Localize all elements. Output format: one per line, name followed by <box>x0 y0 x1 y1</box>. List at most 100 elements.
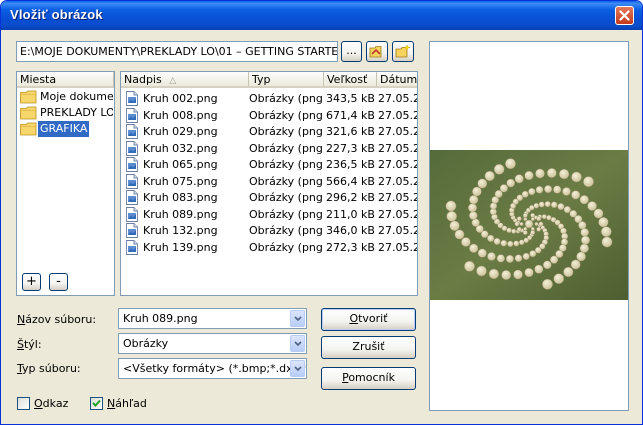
column-header-name[interactable]: Nadpis △ <box>121 72 249 88</box>
preview-label: Náhľad <box>107 397 147 410</box>
image-file-icon <box>126 206 138 222</box>
crop-circle-27 <box>518 239 525 246</box>
crop-circle-108 <box>553 273 565 284</box>
style-label: Štýl: <box>17 338 42 351</box>
crop-circle-140 <box>530 213 536 218</box>
file-row[interactable]: Kruh 002.png Obrázky (png 343,5 kB27.05.20 <box>121 90 417 107</box>
crop-circle-102 <box>580 228 589 237</box>
place-item-grafika[interactable]: GRAFIKA <box>18 121 113 137</box>
place-item-preklady-lo[interactable]: PREKLADY LO <box>18 105 113 121</box>
new-folder-button[interactable] <box>392 41 414 62</box>
crop-circle-96 <box>550 201 558 209</box>
crop-circle-32 <box>487 234 495 243</box>
file-type: Obrázky (png <box>249 141 322 155</box>
filename-combobox[interactable]: Kruh 089.png <box>118 308 307 329</box>
file-type: Obrázky (png <box>249 125 322 138</box>
crop-circle-39 <box>472 186 482 197</box>
file-name: Kruh 032.png <box>143 141 218 155</box>
crop-circle-30 <box>500 239 508 247</box>
style-value: Obrázky <box>123 337 169 350</box>
crop-circle-83 <box>587 201 597 211</box>
file-size: 211,0 kB <box>326 207 375 221</box>
file-size: 671,4 kB <box>326 108 375 122</box>
file-date: 27.05.20 <box>378 240 417 254</box>
browse-path-label: ... <box>346 44 357 57</box>
open-button[interactable]: Otvoriť <box>321 308 416 331</box>
sort-ascending-icon: △ <box>169 76 177 86</box>
close-button[interactable] <box>615 6 634 25</box>
crop-circle-31 <box>493 237 501 245</box>
path-field[interactable]: E:\MOJE DOKUMENTY\PREKLADY LO\01 – GETTI… <box>16 41 338 62</box>
cancel-button[interactable]: Zrušiť <box>321 336 416 359</box>
style-combobox[interactable]: Obrázky <box>118 333 307 354</box>
file-date: 27.05.20 <box>378 108 417 122</box>
crop-circle-132 <box>538 221 544 227</box>
image-file-icon <box>126 173 138 189</box>
file-name: Kruh 008.png <box>143 108 218 122</box>
crop-circle-87 <box>601 236 613 248</box>
crop-circle-78 <box>544 185 553 194</box>
filename-value: Kruh 089.png <box>123 312 198 325</box>
crop-circle-85 <box>598 217 609 228</box>
remove-place-button[interactable]: - <box>49 273 68 291</box>
file-row[interactable]: Kruh 075.png Obrázky (png 566,4 kB27.05.20 <box>121 173 417 190</box>
file-row[interactable]: Kruh 029.png Obrázky (png 321,6 kB27.05.20 <box>121 123 417 140</box>
file-type: Obrázky (png <box>249 92 322 105</box>
crop-circle-48 <box>506 227 512 234</box>
help-button[interactable]: Pomocník <box>321 367 416 390</box>
remove-place-label: - <box>56 274 61 289</box>
file-row[interactable]: Kruh 032.png Obrázky (png 227,3 kB27.05.20 <box>121 140 417 157</box>
file-row[interactable]: Kruh 139.png Obrázky (png 272,3 kB27.05.20 <box>121 239 417 256</box>
crop-circle-126 <box>524 267 534 278</box>
image-file-icon <box>126 107 138 123</box>
crop-circle-19 <box>449 220 460 231</box>
crop-circle-133 <box>536 226 542 232</box>
file-row[interactable]: Kruh 065.png Obrázky (png 236,5 kB27.05.20 <box>121 156 417 173</box>
crop-circle-29 <box>507 240 514 248</box>
crop-circle-57 <box>499 184 509 193</box>
column-header-size[interactable]: Veľkosť <box>324 72 377 88</box>
filename-dropdown-button[interactable] <box>290 310 305 327</box>
crop-circle-16 <box>469 243 479 253</box>
title-bar[interactable]: Vložiť obrázok <box>1 1 642 30</box>
file-name: Kruh 029.png <box>143 125 218 138</box>
preview-checkbox[interactable] <box>90 397 103 410</box>
filetype-dropdown-button[interactable] <box>290 360 305 377</box>
file-date: 27.05.20 <box>378 207 417 221</box>
style-dropdown-button[interactable] <box>290 335 305 352</box>
place-item-my-documents[interactable]: Moje dokument <box>18 89 113 105</box>
crop-circle-59 <box>514 174 524 184</box>
chevron-down-icon <box>294 341 302 347</box>
filetype-combobox[interactable]: <Všetky formáty> (*.bmp;*.dxf;*. <box>118 358 307 379</box>
file-type: Obrázky (png <box>249 108 322 122</box>
link-checkbox[interactable] <box>17 397 30 410</box>
file-row[interactable]: Kruh 083.png Obrázky (png 296,2 kB27.05.20 <box>121 189 417 206</box>
folder-up-icon <box>369 46 382 58</box>
file-row[interactable]: Kruh 132.png Obrázky (png 346,0 kB27.05.20 <box>121 222 417 239</box>
crop-circle-65 <box>583 176 594 188</box>
image-file-icon <box>126 190 138 205</box>
file-name: Kruh 132.png <box>143 224 218 237</box>
chevron-down-icon <box>294 316 302 322</box>
up-folder-button[interactable] <box>366 41 388 62</box>
place-item-label: Moje dokument <box>40 90 113 103</box>
crop-circle-93 <box>533 202 540 209</box>
browse-path-button[interactable]: ... <box>341 41 362 62</box>
preview-pane <box>429 41 629 411</box>
crop-circle-12 <box>505 254 514 263</box>
column-header-date[interactable]: Dátum z <box>377 72 417 88</box>
file-name: Kruh 002.png <box>143 92 218 105</box>
file-date: 27.05.20 <box>378 158 417 171</box>
file-row[interactable]: Kruh 008.png Obrázky (png 671,4 kB27.05.20 <box>121 107 417 124</box>
crop-circle-64 <box>571 171 582 183</box>
file-size: 321,6 kB <box>326 125 375 138</box>
column-header-type[interactable]: Typ <box>249 72 324 88</box>
crop-circle-113 <box>541 214 547 220</box>
filename-label: Názov súboru: <box>17 313 97 326</box>
add-place-button[interactable]: + <box>22 273 41 291</box>
insert-image-dialog: Vložiť obrázok E:\MOJE DOKUMENTY\PREKLAD… <box>0 0 643 425</box>
file-row[interactable]: Kruh 089.png Obrázky (png 211,0 kB27.05.20 <box>121 206 417 223</box>
crop-circle-47 <box>511 228 517 234</box>
crop-circle-104 <box>579 243 589 253</box>
crop-circle-10 <box>522 252 530 261</box>
